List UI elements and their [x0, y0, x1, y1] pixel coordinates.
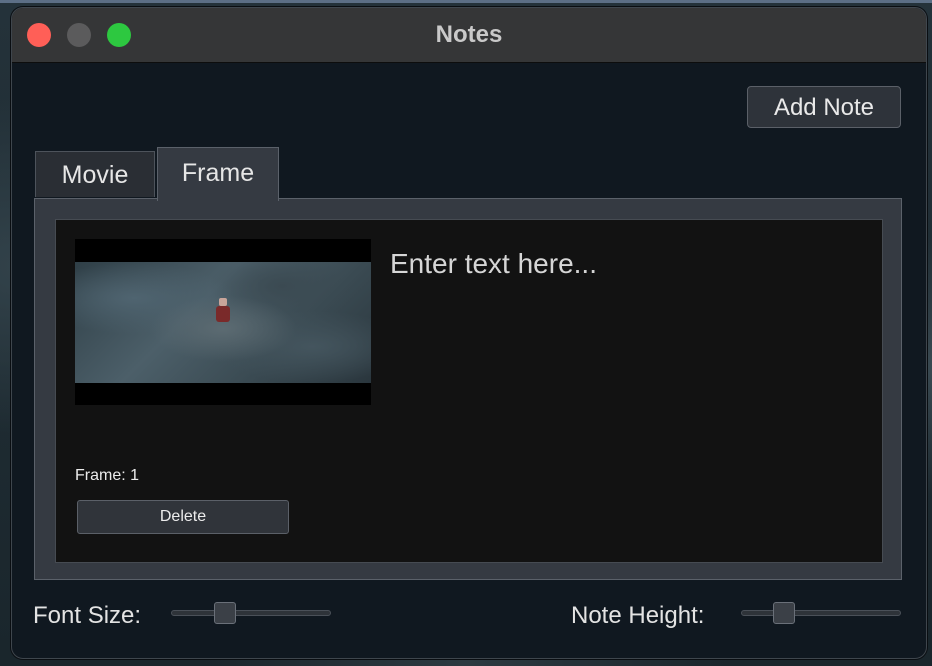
frame-thumbnail-image — [75, 262, 371, 383]
note-height-slider[interactable] — [741, 602, 901, 624]
note-text-input[interactable] — [390, 248, 860, 544]
font-size-slider-handle[interactable] — [214, 602, 236, 624]
tab-frame[interactable]: Frame — [157, 147, 279, 201]
font-size-label: Font Size: — [33, 602, 142, 629]
tab-movie[interactable]: Movie — [35, 151, 155, 197]
figure-body — [216, 306, 230, 322]
frame-tab-panel: Frame: 1 Delete — [34, 198, 902, 580]
frame-number-label: Frame: 1 — [75, 467, 140, 484]
title-bar[interactable]: Notes — [12, 8, 926, 63]
font-size-slider[interactable] — [171, 602, 331, 624]
notes-window: Notes Add Note Movie Frame Frame: 1 Dele… — [11, 7, 927, 659]
frame-note-card: Frame: 1 Delete — [55, 219, 883, 563]
note-height-label: Note Height: — [571, 602, 705, 629]
window-title: Notes — [435, 21, 503, 48]
delete-note-button[interactable]: Delete — [77, 500, 289, 534]
note-height-slider-handle[interactable] — [773, 602, 795, 624]
figure-head — [219, 298, 227, 306]
thumbnail-figure — [215, 298, 231, 328]
desktop-menubar-edge — [0, 0, 932, 3]
frame-thumbnail — [75, 239, 371, 405]
add-note-button[interactable]: Add Note — [747, 86, 901, 128]
